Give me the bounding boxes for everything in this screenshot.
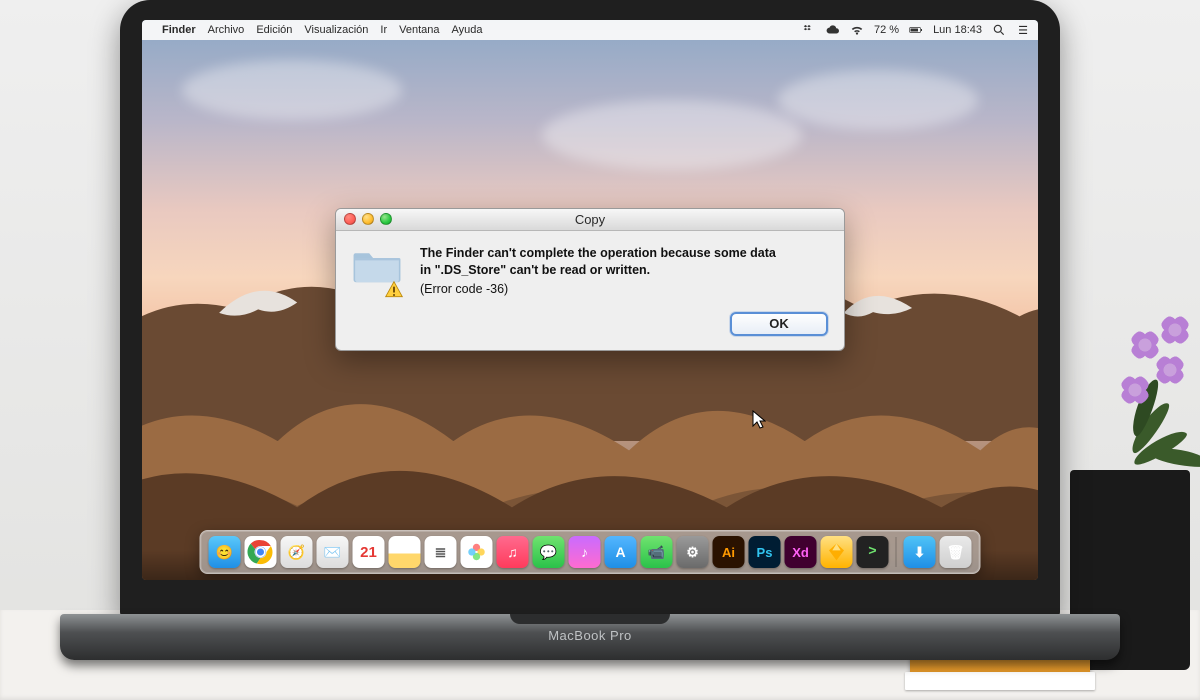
dock-item-calendar[interactable]: 21 xyxy=(353,536,385,568)
dock-item-finder[interactable]: 😊 xyxy=(209,536,241,568)
dock-item-messages[interactable]: 💬 xyxy=(533,536,565,568)
dock-separator xyxy=(896,537,897,567)
dock-item-preferences[interactable]: ⚙ xyxy=(677,536,709,568)
error-dialog: Copy xyxy=(335,208,845,351)
laptop-base: MacBook Pro xyxy=(60,614,1120,660)
laptop-brand: MacBook Pro xyxy=(60,628,1120,643)
dock-item-music[interactable]: ♫ xyxy=(497,536,529,568)
ok-button[interactable]: OK xyxy=(730,312,828,336)
dialog-error-code: (Error code -36) xyxy=(420,281,776,298)
dock-item-xd[interactable]: Xd xyxy=(785,536,817,568)
dock-item-itunes[interactable]: ♪ xyxy=(569,536,601,568)
dock-item-notes[interactable] xyxy=(389,536,421,568)
dialog-title: Copy xyxy=(336,212,844,227)
dock-item-mail[interactable]: ✉️ xyxy=(317,536,349,568)
folder-warning-icon xyxy=(352,245,406,298)
dock-item-reminders[interactable]: ≣ xyxy=(425,536,457,568)
dock-item-illustrator[interactable]: Ai xyxy=(713,536,745,568)
dock-item-trash[interactable]: 🗑 xyxy=(940,536,972,568)
dock-item-appstore[interactable]: A xyxy=(605,536,637,568)
minimize-icon[interactable] xyxy=(362,213,374,225)
dialog-message: The Finder can't complete the operation … xyxy=(420,245,776,298)
screen: Finder Archivo Edición Visualización Ir … xyxy=(142,20,1038,580)
dock-item-terminal[interactable]: > xyxy=(857,536,889,568)
mouse-cursor-icon xyxy=(752,410,766,430)
dock-item-safari[interactable]: 🧭 xyxy=(281,536,313,568)
zoom-icon[interactable] xyxy=(380,213,392,225)
dialog-message-line: in ".DS_Store" can't be read or written. xyxy=(420,262,776,279)
dock-item-downloads[interactable]: ⬇ xyxy=(904,536,936,568)
scene: Finder Archivo Edición Visualización Ir … xyxy=(0,0,1200,700)
laptop: Finder Archivo Edición Visualización Ir … xyxy=(60,0,1120,680)
dock-item-facetime[interactable]: 📹 xyxy=(641,536,673,568)
dock-item-sketch[interactable] xyxy=(821,536,853,568)
dialog-backdrop: Copy xyxy=(142,20,1038,580)
dialog-titlebar: Copy xyxy=(336,209,844,231)
dock: 😊 🧭✉️21 ≣ ♫💬♪A📹⚙AiPsXd > ⬇🗑 xyxy=(200,530,981,574)
dock-item-photos[interactable] xyxy=(461,536,493,568)
dock-item-photoshop[interactable]: Ps xyxy=(749,536,781,568)
dialog-message-line: The Finder can't complete the operation … xyxy=(420,245,776,262)
dock-item-chrome[interactable] xyxy=(245,536,277,568)
close-icon[interactable] xyxy=(344,213,356,225)
